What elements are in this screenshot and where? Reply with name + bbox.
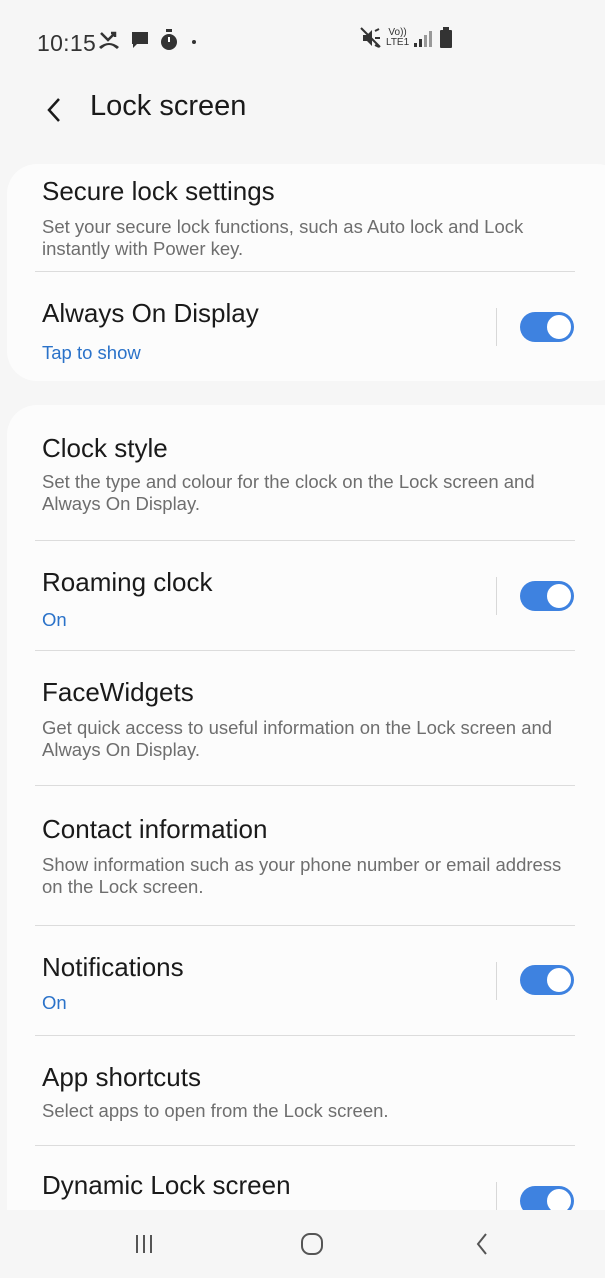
item-title: Dynamic Lock screen [42,1170,291,1200]
item-title: Clock style [42,433,168,463]
timer-icon [161,29,177,50]
missed-call-icon [99,31,119,49]
vertical-separator [496,577,497,615]
item-title: FaceWidgets [42,677,194,707]
nav-back-button[interactable] [452,1224,512,1264]
app-bar: Lock screen [0,84,605,140]
roaming-clock-item[interactable]: Roaming clock On [7,541,605,651]
settings-card: Clock style Set the type and colour for … [7,405,605,1210]
recents-button[interactable] [114,1224,174,1264]
contact-information-item[interactable]: Contact information Show information suc… [7,786,605,926]
item-subtitle: Set the type and colour for the clock on… [42,471,535,514]
status-icons-left [98,29,200,51]
dynamic-lock-screen-toggle[interactable] [520,1186,574,1210]
item-title: Always On Display [42,298,259,328]
battery-icon [440,27,453,48]
settings-list[interactable]: Secure lock settings Set your secure loc… [0,150,605,1210]
notifications-item[interactable]: Notifications On [7,926,605,1036]
mute-icon [360,27,381,48]
home-button[interactable] [282,1224,342,1264]
signal-icon [414,31,433,47]
vertical-separator [496,308,497,346]
item-subtitle: Show information such as your phone numb… [42,854,562,897]
always-on-display-toggle[interactable] [520,312,574,342]
vertical-separator [496,1182,497,1210]
back-icon [476,1233,487,1255]
item-subtitle: Set your secure lock functions, such as … [42,216,524,259]
status-icons-right: Vo)) LTE1 [360,27,453,49]
dynamic-lock-screen-item[interactable]: Dynamic Lock screen [7,1146,605,1210]
item-title: Secure lock settings [42,176,275,206]
vertical-separator [496,962,497,1000]
message-icon [132,32,148,48]
chevron-left-icon [47,98,60,122]
back-button[interactable] [38,90,70,130]
item-title: App shortcuts [42,1062,201,1092]
dot-icon [192,40,196,44]
item-title: Contact information [42,814,268,844]
item-title: Roaming clock [42,567,213,597]
item-subtitle: On [42,992,67,1013]
clock-style-item[interactable]: Clock style Set the type and colour for … [7,405,605,541]
facewidgets-item[interactable]: FaceWidgets Get quick access to useful i… [7,651,605,786]
always-on-display-item[interactable]: Always On Display Tap to show [7,272,605,381]
item-title: Notifications [42,952,184,982]
navigation-bar [0,1210,605,1278]
status-time: 10:15 [37,30,97,56]
item-subtitle: Select apps to open from the Lock screen… [42,1100,389,1121]
page-title: Lock screen [90,90,247,122]
item-subtitle: Get quick access to useful information o… [42,717,553,760]
item-subtitle: On [42,609,67,630]
app-shortcuts-item[interactable]: App shortcuts Select apps to open from t… [7,1036,605,1146]
roaming-clock-toggle[interactable] [520,581,574,611]
status-bar: 10:15 Vo)) LTE1 [0,0,605,84]
volte-lte-icon: Vo)) LTE1 [386,28,409,48]
lte-label: LTE1 [386,37,410,48]
secure-lock-settings-item[interactable]: Secure lock settings Set your secure loc… [7,164,605,272]
notifications-toggle[interactable] [520,965,574,995]
recents-icon [136,1235,152,1253]
settings-card: Secure lock settings Set your secure loc… [7,164,605,381]
item-subtitle: Tap to show [42,342,141,363]
home-icon [301,1233,323,1255]
